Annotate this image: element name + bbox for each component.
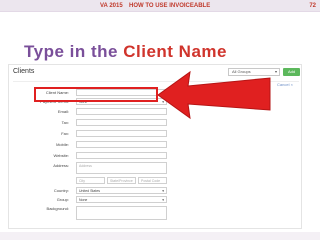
header-title-text: HOW TO USE INVOICEABLE	[129, 3, 211, 9]
callout-arrow-icon	[158, 70, 271, 120]
slide-title: Type in the Client Name	[24, 42, 227, 62]
chevron-down-icon: ▾	[274, 69, 277, 74]
background-label: Background:	[46, 206, 69, 211]
page-title: Clients	[13, 68, 35, 75]
slide: VA 2015 HOW TO USE INVOICEABLE 72 Type i…	[0, 0, 320, 240]
address-textarea[interactable]: Address	[76, 162, 167, 174]
add-client-button[interactable]: Add Client	[283, 68, 300, 82]
state-field[interactable]: State/Province	[107, 177, 136, 184]
state-placeholder: State/Province	[110, 179, 133, 183]
fax-field[interactable]	[76, 130, 167, 137]
chevron-down-icon: ▾	[162, 189, 164, 193]
website-field[interactable]	[76, 152, 167, 159]
chevron-down-icon: ▾	[162, 198, 164, 202]
postal-code-field[interactable]: Postal Code	[138, 177, 167, 184]
group-value: None	[79, 198, 88, 202]
tax-field[interactable]	[76, 119, 167, 126]
client-name-highlight-box	[34, 87, 158, 102]
group-label: Group:	[56, 197, 69, 202]
website-label: Website:	[53, 153, 70, 158]
country-value: United States	[79, 189, 101, 193]
postal-code-placeholder: Postal Code	[141, 179, 161, 183]
country-select[interactable]: United States ▾	[76, 187, 167, 194]
address-label: Address:	[53, 163, 69, 168]
address-placeholder: Address	[79, 164, 92, 168]
mobile-field[interactable]	[76, 141, 167, 148]
slide-title-part1: Type in the	[24, 42, 118, 61]
tax-label: Tax:	[61, 120, 69, 125]
slide-title-part2: Client Name	[123, 42, 227, 61]
header-left-text: VA 2015	[100, 3, 123, 9]
email-label: Email:	[57, 109, 69, 114]
slide-header-bar: VA 2015 HOW TO USE INVOICEABLE 72	[0, 0, 320, 12]
email-field[interactable]	[76, 108, 167, 115]
country-label: Country:	[53, 188, 69, 193]
group-select[interactable]: None ▾	[76, 196, 167, 203]
fax-label: Fax:	[61, 131, 69, 136]
city-placeholder: City	[79, 179, 86, 183]
mobile-label: Mobile:	[56, 142, 69, 147]
page-number: 72	[309, 3, 316, 9]
background-textarea[interactable]	[76, 206, 167, 220]
city-field[interactable]: City	[76, 177, 105, 184]
slide-footer-bar	[0, 232, 320, 240]
